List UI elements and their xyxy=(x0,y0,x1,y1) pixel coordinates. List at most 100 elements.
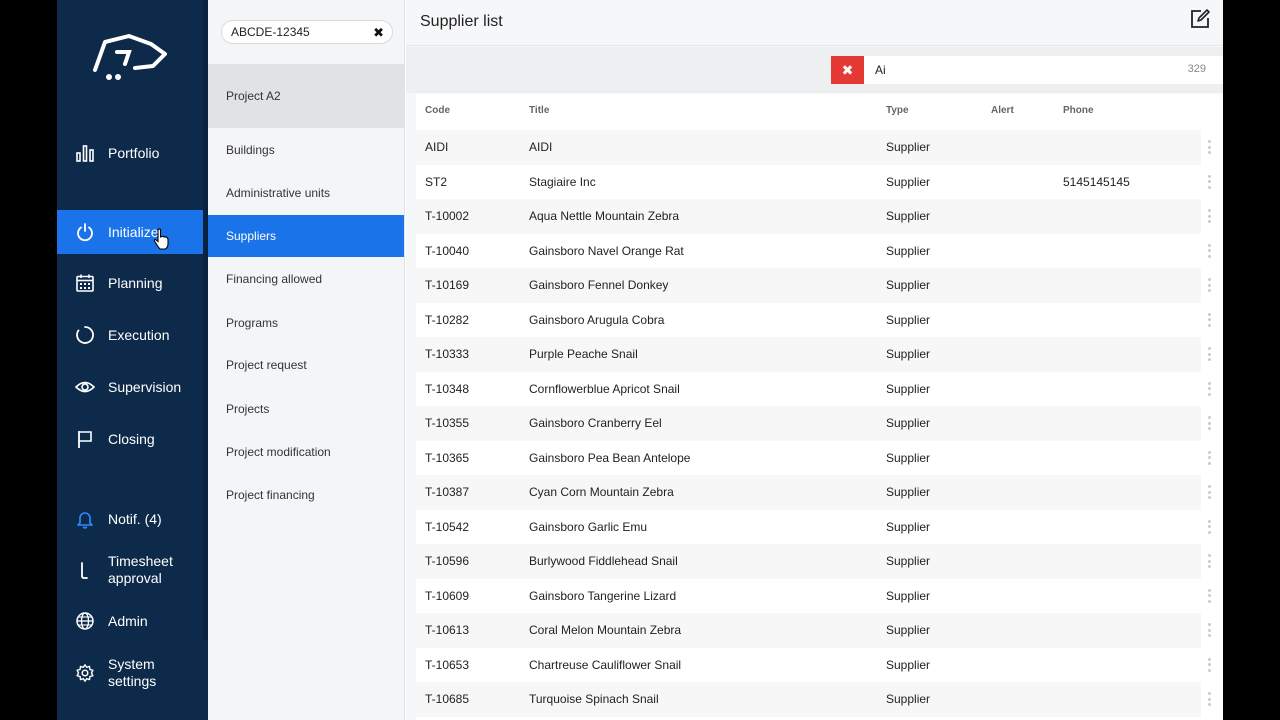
cell-type: Supplier xyxy=(886,485,931,499)
cell-type: Supplier xyxy=(886,381,931,396)
cell-code: T-10355 xyxy=(425,416,470,430)
row-menu-icon[interactable] xyxy=(1207,381,1211,396)
clear-search-icon[interactable]: ✖ xyxy=(373,25,384,41)
table-row[interactable]: T-10355 Gainsboro Cranberry Eel Supplier xyxy=(416,406,1211,441)
cell-type: Supplier xyxy=(886,450,931,465)
table-row[interactable]: T-10002 Aqua Nettle Mountain Zebra Supplie… xyxy=(416,199,1211,234)
cell-type: Supplier xyxy=(886,347,931,361)
cell-code: T-10613 xyxy=(425,623,470,637)
table-row[interactable]: AIDI AIDI Supplier xyxy=(416,130,1211,165)
table-row[interactable]: ST2 Stagiaire Inc Supplier 5145145145 xyxy=(416,165,1211,200)
row-menu-icon[interactable] xyxy=(1207,450,1211,465)
table-row[interactable]: T-10613 Coral Melon Mountain Zebra Supplie… xyxy=(416,613,1211,648)
cell-phone: 5145145145 xyxy=(1063,174,1130,189)
nav-item-label: System settings xyxy=(108,656,157,689)
table-row[interactable]: T-10282 Gainsboro Arugula Cobra Supplier xyxy=(416,303,1211,338)
row-menu-icon[interactable] xyxy=(1207,174,1211,189)
row-menu-icon[interactable] xyxy=(1207,347,1211,361)
nav-item-planning[interactable]: Planning xyxy=(57,268,203,298)
row-menu-icon[interactable] xyxy=(1207,140,1211,154)
row-menu-icon[interactable] xyxy=(1207,416,1211,430)
cell-title: Cornflowerblue Apricot Snail xyxy=(529,381,680,396)
row-menu-icon[interactable] xyxy=(1207,692,1211,706)
nav-item-admin[interactable]: Admin xyxy=(57,606,203,636)
submenu-item-suppliers[interactable]: Suppliers xyxy=(208,215,404,257)
nav-item-label: Initialize xyxy=(108,223,159,240)
submenu-item-project-financing[interactable]: Project financing xyxy=(208,474,404,516)
table-row[interactable]: T-10609 Gainsboro Tangerine Lizard Supplie… xyxy=(416,579,1211,614)
cell-title: Gainsboro Cranberry Eel xyxy=(529,416,662,430)
supplier-table: Code Title Type Alert Phone AIDI AIDI Supp… xyxy=(416,94,1223,720)
table-row[interactable]: T-10653 Chartreuse Cauliflower Snail Suppl… xyxy=(416,648,1211,683)
row-menu-icon[interactable] xyxy=(1207,485,1211,499)
submenu-item-financing-allowed[interactable]: Financing allowed xyxy=(208,258,404,300)
row-menu-icon[interactable] xyxy=(1207,278,1211,292)
table-row[interactable]: T-10365 Gainsboro Pea Bean Antelope Suppli… xyxy=(416,441,1211,476)
table-row[interactable]: T-10387 Cyan Corn Mountain Zebra Supplier xyxy=(416,475,1211,510)
cell-type: Supplier xyxy=(886,312,931,327)
project-search-value: ABCDE-12345 xyxy=(231,25,310,39)
table-row[interactable]: T-10040 Gainsboro Navel Orange Rat Supplie… xyxy=(416,234,1211,269)
bell-icon xyxy=(74,508,96,530)
cell-type: Supplier xyxy=(886,657,931,672)
row-menu-icon[interactable] xyxy=(1207,209,1211,223)
nav-item-portfolio[interactable]: Portfolio xyxy=(57,138,203,168)
table-row[interactable]: T-10685 Turquoise Spinach Snail Supplier xyxy=(416,682,1211,717)
cell-code: T-10169 xyxy=(425,278,470,292)
submenu-item-project-modification[interactable]: Project modification xyxy=(208,431,404,473)
cell-type: Supplier xyxy=(886,554,931,568)
column-header-alert[interactable]: Alert xyxy=(991,94,1014,128)
table-row[interactable]: T-10333 Purple Peache Snail Supplier xyxy=(416,337,1211,372)
cell-type: Supplier xyxy=(886,278,931,292)
edit-icon[interactable] xyxy=(1189,8,1211,30)
row-menu-icon[interactable] xyxy=(1207,657,1211,672)
nav-item-system-settings[interactable]: System settings xyxy=(57,654,203,692)
row-menu-icon[interactable] xyxy=(1207,519,1211,534)
row-menu-icon[interactable] xyxy=(1207,243,1211,258)
filter-bar: ✖ 329 xyxy=(406,47,1223,93)
page-header: Supplier list xyxy=(406,0,1223,46)
column-header-phone[interactable]: Phone xyxy=(1063,94,1094,128)
nav-item-timesheet-approval[interactable]: Timesheet approval xyxy=(57,551,203,589)
nav-item-label: Portfolio xyxy=(108,144,160,161)
submenu-item-project-request[interactable]: Project request xyxy=(208,344,404,386)
submenu-item-administrative-units[interactable]: Administrative units xyxy=(208,172,404,214)
main-navigation: Portfolio Initialize Planning Execution xyxy=(57,0,208,720)
nav-item-label: Admin xyxy=(108,612,148,629)
clear-filter-button[interactable]: ✖ xyxy=(831,56,864,84)
cell-type: Supplier xyxy=(886,519,931,534)
cell-code: T-10002 xyxy=(425,209,470,223)
cell-title: Gainsboro Navel Orange Rat xyxy=(529,243,684,258)
nav-item-closing[interactable]: Closing xyxy=(57,424,203,454)
nav-item-notifications[interactable]: Notif. (4) xyxy=(57,504,203,534)
nav-item-supervision[interactable]: Supervision xyxy=(57,372,203,402)
secondary-menu: ABCDE-12345 ✖ Project A2 Buildings Admin… xyxy=(208,0,405,720)
row-menu-icon[interactable] xyxy=(1207,312,1211,327)
submenu-item-programs[interactable]: Programs xyxy=(208,302,404,344)
cell-title: Gainsboro Garlic Emu xyxy=(529,519,648,534)
cell-title: Burlywood Fiddlehead Snail xyxy=(529,554,678,568)
cell-code: T-10387 xyxy=(425,485,470,499)
row-menu-icon[interactable] xyxy=(1207,554,1211,568)
filter-input[interactable] xyxy=(864,56,1223,84)
submenu-item-projects[interactable]: Projects xyxy=(208,388,404,430)
table-row[interactable]: T-10348 Cornflowerblue Apricot Snail Suppl… xyxy=(416,372,1211,407)
nav-item-initialize[interactable]: Initialize xyxy=(57,210,203,254)
column-header-code[interactable]: Code xyxy=(425,94,450,128)
bar-chart-icon xyxy=(74,142,96,164)
row-menu-icon[interactable] xyxy=(1207,623,1211,637)
main-content: Supplier list ✖ 329 Code Title Type Aler… xyxy=(406,0,1223,720)
result-count: 329 xyxy=(1187,63,1206,75)
cell-code: T-10040 xyxy=(425,243,470,258)
current-project[interactable]: Project A2 xyxy=(208,64,404,128)
table-row[interactable]: T-10542 Gainsboro Garlic Emu Supplier xyxy=(416,510,1211,545)
table-row[interactable]: T-10596 Burlywood Fiddlehead Snail Supplie… xyxy=(416,544,1211,579)
column-header-title[interactable]: Title xyxy=(529,94,549,128)
project-search-field[interactable]: ABCDE-12345 ✖ xyxy=(221,20,393,44)
table-row[interactable]: T-10169 Gainsboro Fennel Donkey Supplier xyxy=(416,268,1211,303)
row-menu-icon[interactable] xyxy=(1207,588,1211,603)
submenu-item-buildings[interactable]: Buildings xyxy=(208,129,404,171)
nav-item-execution[interactable]: Execution xyxy=(57,320,203,350)
app-window: Portfolio Initialize Planning Execution xyxy=(57,0,1223,720)
column-header-type[interactable]: Type xyxy=(886,94,909,128)
